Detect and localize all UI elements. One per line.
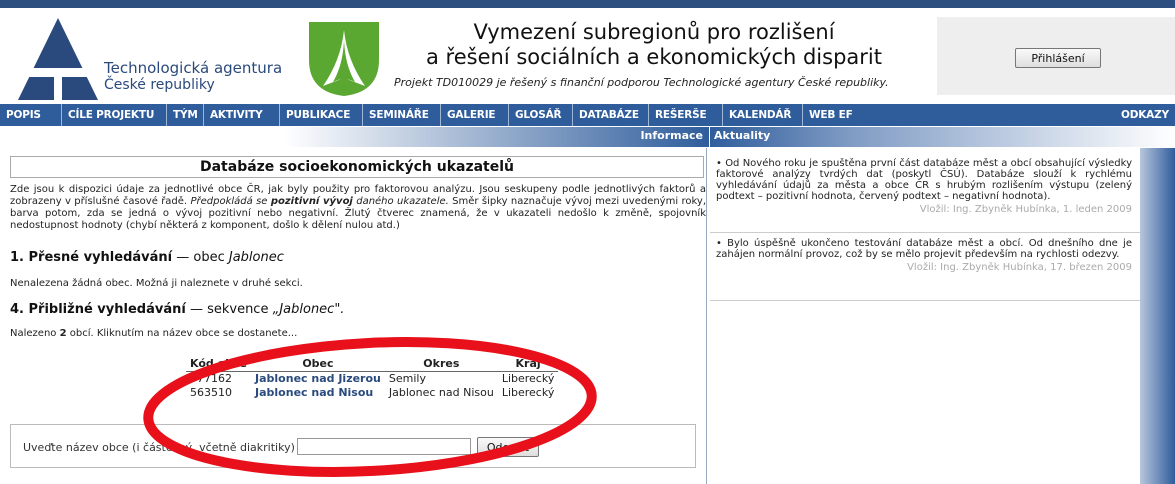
- exact-heading-rest: — obec: [172, 250, 229, 265]
- news-bar: Aktuality: [710, 127, 1175, 147]
- exact-heading-label: 1. Přesné vyhledávání: [10, 250, 173, 265]
- nav-galerie[interactable]: GALERIE: [440, 104, 501, 126]
- approx-heading-rest: — sekvence: [185, 302, 273, 317]
- cell-okres: Semily: [388, 371, 426, 385]
- agency-name-line1: Technologická agentura: [104, 59, 283, 77]
- nav-kalendar[interactable]: KALENDÁŘ: [722, 104, 797, 126]
- exact-heading-name: Jablonec: [228, 250, 284, 265]
- col-okres: Okres: [384, 357, 498, 372]
- section-title: Databáze socioekonomických ukazatelů: [10, 156, 704, 178]
- nav-tym[interactable]: TÝM: [166, 104, 204, 126]
- obec-link[interactable]: Jablonec nad Jizerou: [251, 371, 385, 385]
- nav-databaze[interactable]: DATABÁZE: [572, 104, 645, 126]
- obec-link[interactable]: Jablonec nad Nisou: [251, 385, 385, 399]
- side-gradient: [1140, 148, 1175, 484]
- project-subtitle: Projekt TD010029 je řešený s finanční po…: [394, 76, 889, 89]
- nav-cile-projektu[interactable]: CÍLE PROJEKTU: [61, 104, 160, 126]
- news-item: • Bylo úspěšně ukončeno testování databá…: [716, 238, 1132, 273]
- intro-part-b: Předpokládá se: [190, 196, 271, 207]
- news-item: • Od Nového roku je spuštěna první část …: [716, 158, 1132, 215]
- no-result-text: Nenalezena žádná obec. Možná ji naleznet…: [10, 278, 303, 289]
- ef-logo-icon: [309, 22, 379, 96]
- exact-search-heading: 1. Přesné vyhledávání — obec Jablonec: [10, 250, 284, 265]
- found-text: Nalezeno 2 obcí. Kliknutím na název obce…: [10, 328, 297, 339]
- search-input[interactable]: [297, 438, 471, 455]
- col-kod-obce: Kód obce: [186, 357, 252, 372]
- found-text-a: Nalezeno: [10, 328, 60, 339]
- agency-name-line2: České republiky: [104, 77, 215, 93]
- news-text: • Bylo úspěšně ukončeno testování databá…: [716, 238, 1132, 260]
- search-label: Uveďte název obce (i částečný, včetně di…: [23, 441, 295, 454]
- nav-aktivity[interactable]: AKTIVITY: [203, 104, 269, 126]
- info-bar-label: Informace: [640, 129, 703, 142]
- page-title: Vymezení subregionů pro rozlišení a řeše…: [394, 20, 914, 70]
- tacr-logo-icon: [18, 18, 98, 100]
- login-button[interactable]: Přihlášení: [1015, 48, 1101, 68]
- news-author: Vložil: Ing. Zbyněk Hubínka, 17. březen …: [907, 262, 1132, 273]
- found-count: 2: [59, 328, 67, 339]
- table-row: 563510 Jablonec nad Nisou Jablonec nad N…: [186, 385, 558, 399]
- cell-kraj: Liberecký: [501, 371, 555, 385]
- nav-publikace[interactable]: PUBLIKACE: [279, 104, 356, 126]
- section-bar: Informace Aktuality: [0, 127, 1175, 147]
- top-stripe: [0, 0, 1175, 8]
- submit-button[interactable]: Odeslat: [477, 437, 539, 457]
- news-divider: [710, 232, 1140, 233]
- main-content: Databáze socioekonomických ukazatelů Zde…: [0, 148, 707, 484]
- nav-glosar[interactable]: GLOSÁŘ: [508, 104, 567, 126]
- agency-name: Technologická agentura České republiky: [104, 60, 282, 94]
- intro-part-c: pozitivní vývoj: [270, 196, 353, 207]
- cell-kraj: Liberecký: [501, 385, 555, 399]
- news-author: Vložil: Ing. Zbyněk Hubínka, 1. leden 20…: [919, 204, 1132, 215]
- nav-reserse[interactable]: REŠERŠE: [648, 104, 712, 126]
- cell-kod: 563510: [190, 385, 232, 399]
- news-bar-label: Aktuality: [714, 129, 771, 142]
- col-obec: Obec: [251, 357, 385, 372]
- col-kraj: Kraj: [497, 357, 559, 372]
- title-line1: Vymezení subregionů pro rozlišení: [473, 20, 835, 44]
- nav-popis[interactable]: POPIS: [0, 104, 47, 126]
- nav-seminare[interactable]: SEMINÁŘE: [362, 104, 435, 126]
- table-header-row: Kód obce Obec Okres Kraj: [186, 357, 559, 372]
- cell-okres: Jablonec nad Nisou: [388, 385, 494, 399]
- main-nav: POPIS CÍLE PROJEKTU TÝM AKTIVITY PUBLIKA…: [0, 104, 1175, 126]
- intro-text: Zde jsou k dispozici údaje za jednotlivé…: [10, 184, 706, 232]
- intro-part-d: daného ukazatele.: [352, 196, 449, 207]
- nav-web-ef[interactable]: WEB EF: [802, 104, 859, 126]
- title-line2: a řešení sociálních a ekonomických dispa…: [426, 45, 882, 69]
- news-divider: [710, 300, 1140, 301]
- news-text: • Od Nového roku je spuštěna první část …: [716, 158, 1132, 202]
- news-panel: • Od Nového roku je spuštěna první část …: [710, 148, 1140, 484]
- nav-odkazy[interactable]: ODKAZY: [1115, 104, 1175, 126]
- results-table: Kód obce Obec Okres Kraj 577162 Jablonec…: [186, 357, 559, 399]
- cell-kod: 577162: [190, 371, 232, 385]
- table-row: 577162 Jablonec nad Jizerou Semily Liber…: [186, 371, 558, 385]
- info-bar: Informace: [0, 127, 709, 147]
- found-text-b: obcí. Kliknutím na název obce se dostane…: [66, 328, 298, 339]
- search-form: Uveďte název obce (i částečný, včetně di…: [10, 424, 696, 468]
- approx-heading-name: „Jablonec".: [272, 302, 345, 317]
- approx-search-heading: 4. Přibližné vyhledávání — sekvence „Jab…: [10, 302, 344, 317]
- approx-heading-label: 4. Přibližné vyhledávání: [10, 302, 186, 317]
